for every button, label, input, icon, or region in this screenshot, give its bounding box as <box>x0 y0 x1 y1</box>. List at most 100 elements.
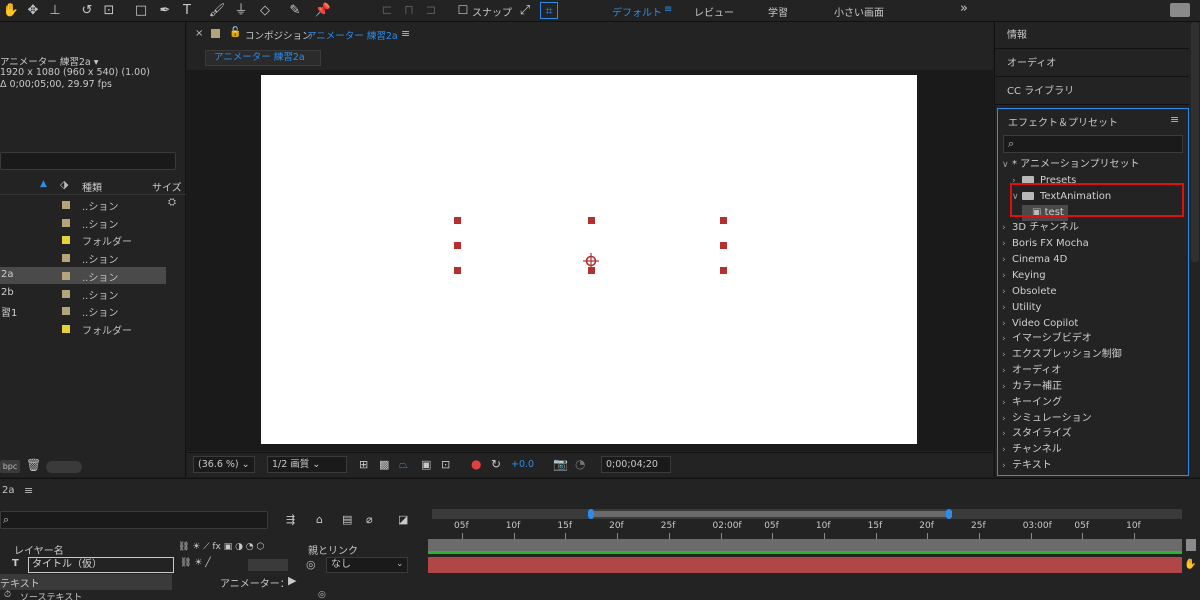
draft-3d-icon[interactable]: ⌂ <box>316 513 323 526</box>
close-tab-icon[interactable]: × <box>195 28 203 39</box>
timeline-hand-icon[interactable]: ✋ <box>1184 559 1196 570</box>
roto-brush-tool-icon[interactable]: ✎ <box>286 2 304 19</box>
effects-search-input[interactable]: ⌕ <box>1003 135 1183 153</box>
hand-tool-icon[interactable]: ✋ <box>2 2 20 19</box>
lock-icon[interactable]: 🔓 <box>229 27 241 38</box>
project-item-color-label[interactable] <box>62 324 70 333</box>
bbox-handle-ml[interactable] <box>454 242 461 249</box>
cc-libraries-panel-tab[interactable]: CC ライブラリ <box>995 78 1189 105</box>
mask-visibility-icon[interactable]: ⏢ <box>399 458 408 472</box>
layer-name-header[interactable]: レイヤー名 <box>14 542 64 557</box>
chevron-right-icon[interactable]: › <box>1002 236 1012 252</box>
clone-stamp-tool-icon[interactable]: ⏚ <box>232 2 250 19</box>
work-area-range[interactable] <box>592 511 952 517</box>
chevron-right-icon[interactable]: › <box>1002 220 1012 236</box>
effects-tree-item[interactable]: › Cinema 4D <box>1002 252 1067 268</box>
effects-tree-item[interactable]: › スタイライズ <box>1002 426 1072 442</box>
magnification-dropdown[interactable]: (36.6 %) ⌄ <box>193 456 255 473</box>
region-of-interest-icon[interactable]: ⊡ <box>441 458 450 471</box>
workspace-learn[interactable]: 学習 <box>768 4 788 19</box>
brush-tool-icon[interactable]: 🖌 <box>208 2 226 19</box>
layer-switch-boxes[interactable] <box>248 559 288 571</box>
grid-guides-icon[interactable]: ▣ <box>421 458 431 471</box>
layer-track-bar[interactable] <box>428 557 1182 573</box>
chevron-right-icon[interactable]: › <box>1002 395 1012 411</box>
column-size-header[interactable]: サイズ <box>152 179 182 194</box>
column-type-header[interactable]: 種類 <box>82 179 102 194</box>
frame-blending-icon[interactable]: ⌀ <box>366 513 373 526</box>
layer-switches[interactable]: ⛓ ☀ ╱ <box>180 558 211 568</box>
effects-tree-item[interactable]: › 3D チャンネル <box>1002 220 1079 236</box>
chevron-right-icon[interactable]: › <box>1002 347 1012 363</box>
chevron-right-icon[interactable]: › <box>1002 316 1012 332</box>
bbox-handle-tc[interactable] <box>588 217 595 224</box>
timeline-menu-icon[interactable]: ≡ <box>24 484 33 497</box>
eraser-tool-icon[interactable]: ◇ <box>256 2 274 19</box>
label-tag-icon[interactable]: ⬗ <box>60 178 68 191</box>
project-search-input[interactable] <box>0 152 176 170</box>
current-time-field[interactable]: 0;00;04;20 <box>601 456 671 473</box>
hide-shy-layers-icon[interactable]: ▤ <box>342 513 352 526</box>
move-tool-icon[interactable]: ✥ <box>24 2 42 19</box>
motion-blur-icon[interactable]: ◪ <box>398 513 408 526</box>
workspace-default[interactable]: デフォルト <box>612 4 662 19</box>
work-area-bar[interactable] <box>432 509 1182 519</box>
timeline-search-input[interactable]: ⌕ <box>0 511 268 529</box>
chevron-right-icon[interactable]: › <box>1002 331 1012 347</box>
bbox-handle-tl[interactable] <box>454 217 461 224</box>
bbox-handle-br[interactable] <box>720 267 727 274</box>
animator-add-icon[interactable]: ▶ <box>288 574 296 587</box>
project-item-row[interactable]: ..ション <box>0 196 166 213</box>
show-snapshot-icon[interactable]: ◔ <box>575 457 585 471</box>
pen-tool-icon[interactable]: ✒ <box>156 2 174 19</box>
chevron-down-icon[interactable]: ∨ <box>1002 157 1012 173</box>
chevron-right-icon[interactable]: › <box>1002 411 1012 427</box>
project-item-color-label[interactable] <box>62 254 70 263</box>
project-item-row[interactable]: 2a ..ション <box>0 266 166 284</box>
effects-tree-item[interactable]: › シミュレーション <box>1002 411 1092 427</box>
resolution-dropdown[interactable]: 1/2 画質 ⌄ <box>267 456 347 473</box>
bit-depth-button[interactable]: bpc <box>0 460 20 473</box>
effects-tree-item[interactable]: › オーディオ <box>1002 363 1061 379</box>
workspace-menu-icon[interactable]: ≡ <box>664 4 672 15</box>
effects-tree-item[interactable]: › イマーシブビデオ <box>1002 331 1092 347</box>
project-item-color-label[interactable] <box>62 271 70 280</box>
chevron-right-icon[interactable]: › <box>1002 284 1012 300</box>
trash-icon[interactable]: 🗑 <box>26 458 41 472</box>
transparency-grid-icon[interactable]: ▩ <box>379 458 389 471</box>
audio-panel-tab[interactable]: オーディオ <box>995 50 1189 77</box>
exposure-value[interactable]: +0.0 <box>511 459 534 470</box>
timeline-tab[interactable]: 2a <box>2 485 15 496</box>
bbox-handle-mr[interactable] <box>720 242 727 249</box>
sort-ascending-icon[interactable]: ▲ <box>40 179 47 189</box>
layer-row[interactable]: T タイトル（仮） ⛓ ☀ ╱ ◎ なし ⌄ <box>0 557 426 574</box>
chevron-right-icon[interactable]: › <box>1002 363 1012 379</box>
effects-tree-item[interactable]: › Keying <box>1002 268 1046 284</box>
snap-edge-icon[interactable]: ⤢ <box>516 2 534 19</box>
project-item-color-label[interactable] <box>62 218 70 227</box>
timeline-zoom-handle[interactable] <box>1186 539 1196 551</box>
snap-feature-icon[interactable]: ⌗ <box>540 2 558 19</box>
project-item-row[interactable]: フォルダー <box>0 231 166 248</box>
align-right-icon[interactable]: ⊐ <box>422 2 440 19</box>
effects-tree-item[interactable]: › チャンネル <box>1002 442 1062 458</box>
workspace-small-screen[interactable]: 小さい画面 <box>834 4 884 19</box>
effects-tree-item[interactable]: › テキスト <box>1002 458 1052 474</box>
reset-exposure-icon[interactable]: ↻ <box>491 457 501 471</box>
channel-rgb-icon[interactable]: ● <box>471 457 481 471</box>
project-item-row[interactable]: 習1 ..ション <box>0 302 166 319</box>
layer-name-field[interactable]: タイトル（仮） <box>28 557 174 573</box>
effects-tree-item[interactable]: › Obsolete <box>1002 284 1057 300</box>
project-comp-name[interactable]: アニメーター 練習2a ▾ <box>0 54 98 68</box>
workspace-review[interactable]: レビュー <box>694 4 734 19</box>
project-item-color-label[interactable] <box>62 289 70 298</box>
chevron-right-icon[interactable]: › <box>1002 426 1012 442</box>
bbox-handle-tr[interactable] <box>720 217 727 224</box>
info-panel-tab[interactable]: 情報 <box>995 22 1189 49</box>
rotate-tool-icon[interactable]: ↺ <box>78 2 96 19</box>
composition-canvas[interactable] <box>261 75 917 444</box>
comp-tab-name[interactable]: アニメーター 練習2a <box>307 28 398 42</box>
effects-tree-item[interactable]: › カラー補正 <box>1002 379 1062 395</box>
chevron-right-icon[interactable]: › <box>1002 458 1012 474</box>
project-item-row[interactable]: 2b ..ション <box>0 285 166 302</box>
